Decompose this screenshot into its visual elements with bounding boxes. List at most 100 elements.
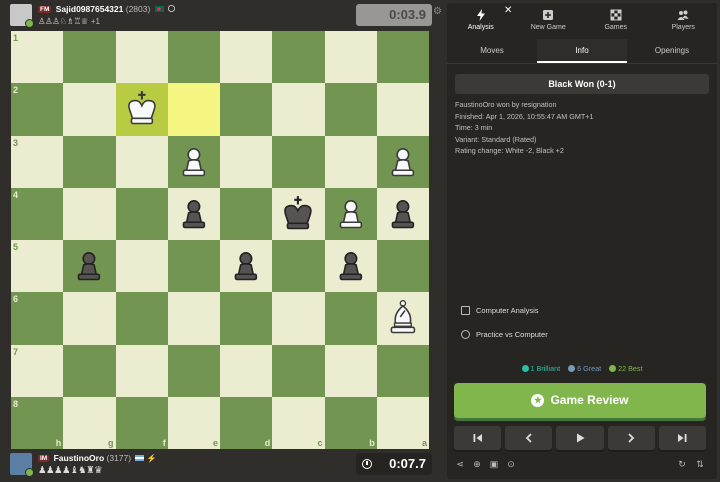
white-pawn-icon[interactable] <box>377 136 429 188</box>
square-g2[interactable] <box>63 83 116 136</box>
square-a6[interactable] <box>376 292 429 345</box>
square-e8[interactable]: e <box>167 396 220 449</box>
top-player-name[interactable]: Sajid0987654321 <box>56 4 124 14</box>
square-e4[interactable] <box>167 187 220 240</box>
square-f6[interactable] <box>115 292 168 345</box>
next-move-button[interactable] <box>607 426 655 450</box>
square-g1[interactable] <box>63 31 116 84</box>
square-g8[interactable]: g <box>63 396 116 449</box>
square-d5[interactable] <box>220 240 273 293</box>
top-player-avatar[interactable] <box>10 4 34 28</box>
refresh-icon[interactable]: ↻ <box>677 459 687 469</box>
square-f4[interactable] <box>115 187 168 240</box>
square-e3[interactable] <box>167 135 220 188</box>
square-h6[interactable]: 6 <box>11 292 64 345</box>
square-f1[interactable] <box>115 31 168 84</box>
square-b8[interactable]: b <box>324 396 377 449</box>
tab-players[interactable]: Players <box>650 3 718 39</box>
square-e6[interactable] <box>167 292 220 345</box>
white-bishop-icon[interactable] <box>377 292 429 344</box>
square-h4[interactable]: 4 <box>11 187 64 240</box>
image-icon[interactable]: ▣ <box>489 459 499 469</box>
tab-info[interactable]: Info <box>537 39 627 63</box>
last-move-button[interactable] <box>658 426 707 450</box>
square-h1[interactable]: 1 <box>11 31 64 84</box>
square-d6[interactable] <box>220 292 273 345</box>
square-e1[interactable] <box>167 31 220 84</box>
square-b7[interactable] <box>324 344 377 397</box>
square-b3[interactable] <box>324 135 377 188</box>
tab-moves[interactable]: Moves <box>447 39 537 63</box>
square-a2[interactable] <box>376 83 429 136</box>
square-h7[interactable]: 7 <box>11 344 64 397</box>
black-pawn-icon[interactable] <box>377 188 429 240</box>
square-b6[interactable] <box>324 292 377 345</box>
white-king-icon[interactable] <box>116 83 168 135</box>
square-b2[interactable] <box>324 83 377 136</box>
computer-analysis-link[interactable]: Computer Analysis <box>461 306 539 315</box>
square-d1[interactable] <box>220 31 273 84</box>
square-c5[interactable] <box>272 240 325 293</box>
tab-games[interactable]: Games <box>582 3 650 39</box>
square-c3[interactable] <box>272 135 325 188</box>
gear-icon[interactable]: ⚙ <box>433 6 442 17</box>
practice-vs-computer-link[interactable]: Practice vs Computer <box>461 330 548 339</box>
square-d2[interactable] <box>220 83 273 136</box>
square-b4[interactable] <box>324 187 377 240</box>
square-a1[interactable] <box>376 31 429 84</box>
square-c7[interactable] <box>272 344 325 397</box>
square-e7[interactable] <box>167 344 220 397</box>
square-a4[interactable] <box>376 187 429 240</box>
square-h8[interactable]: 8h <box>11 396 64 449</box>
previous-move-button[interactable] <box>505 426 553 450</box>
white-pawn-icon[interactable] <box>325 188 377 240</box>
square-a8[interactable]: a <box>376 396 429 449</box>
square-b5[interactable] <box>324 240 377 293</box>
square-f2[interactable] <box>115 83 168 136</box>
black-pawn-icon[interactable] <box>168 188 220 240</box>
black-pawn-icon[interactable] <box>325 240 377 292</box>
square-d7[interactable] <box>220 344 273 397</box>
close-icon[interactable]: ✕ <box>504 5 512 16</box>
square-a3[interactable] <box>376 135 429 188</box>
share-icon[interactable]: ⋖ <box>455 459 465 469</box>
square-g5[interactable] <box>63 240 116 293</box>
bottom-player-avatar[interactable] <box>10 453 34 477</box>
square-d3[interactable] <box>220 135 273 188</box>
white-pawn-icon[interactable] <box>168 136 220 188</box>
first-move-button[interactable] <box>454 426 502 450</box>
square-c4[interactable] <box>272 187 325 240</box>
square-g7[interactable] <box>63 344 116 397</box>
square-b1[interactable] <box>324 31 377 84</box>
black-pawn-icon[interactable] <box>220 240 272 292</box>
add-board-icon[interactable]: ⊕ <box>472 459 482 469</box>
square-f5[interactable] <box>115 240 168 293</box>
square-c8[interactable]: c <box>272 396 325 449</box>
play-button[interactable] <box>556 426 604 450</box>
square-e5[interactable] <box>167 240 220 293</box>
square-g6[interactable] <box>63 292 116 345</box>
square-f7[interactable] <box>115 344 168 397</box>
square-g3[interactable] <box>63 135 116 188</box>
square-f3[interactable] <box>115 135 168 188</box>
square-a7[interactable] <box>376 344 429 397</box>
square-c6[interactable] <box>272 292 325 345</box>
square-e2[interactable] <box>167 83 220 136</box>
square-c2[interactable] <box>272 83 325 136</box>
black-pawn-icon[interactable] <box>63 240 115 292</box>
square-c1[interactable] <box>272 31 325 84</box>
bottom-player-name[interactable]: FaustinoOro <box>54 453 105 463</box>
tab-openings[interactable]: Openings <box>627 39 717 63</box>
square-f8[interactable]: f <box>115 396 168 449</box>
chess-board[interactable]: 12345678hgfedcba <box>11 31 429 449</box>
square-h2[interactable]: 2 <box>11 83 64 136</box>
game-review-button[interactable]: ★ Game Review <box>454 383 706 418</box>
tab-new-game[interactable]: New Game <box>515 3 583 39</box>
square-d4[interactable] <box>220 187 273 240</box>
flip-board-icon[interactable]: ⇅ <box>695 459 705 469</box>
zoom-icon[interactable]: ⊙ <box>506 459 516 469</box>
black-king-icon[interactable] <box>272 188 324 240</box>
square-a5[interactable] <box>376 240 429 293</box>
square-h5[interactable]: 5 <box>11 240 64 293</box>
square-h3[interactable]: 3 <box>11 135 64 188</box>
